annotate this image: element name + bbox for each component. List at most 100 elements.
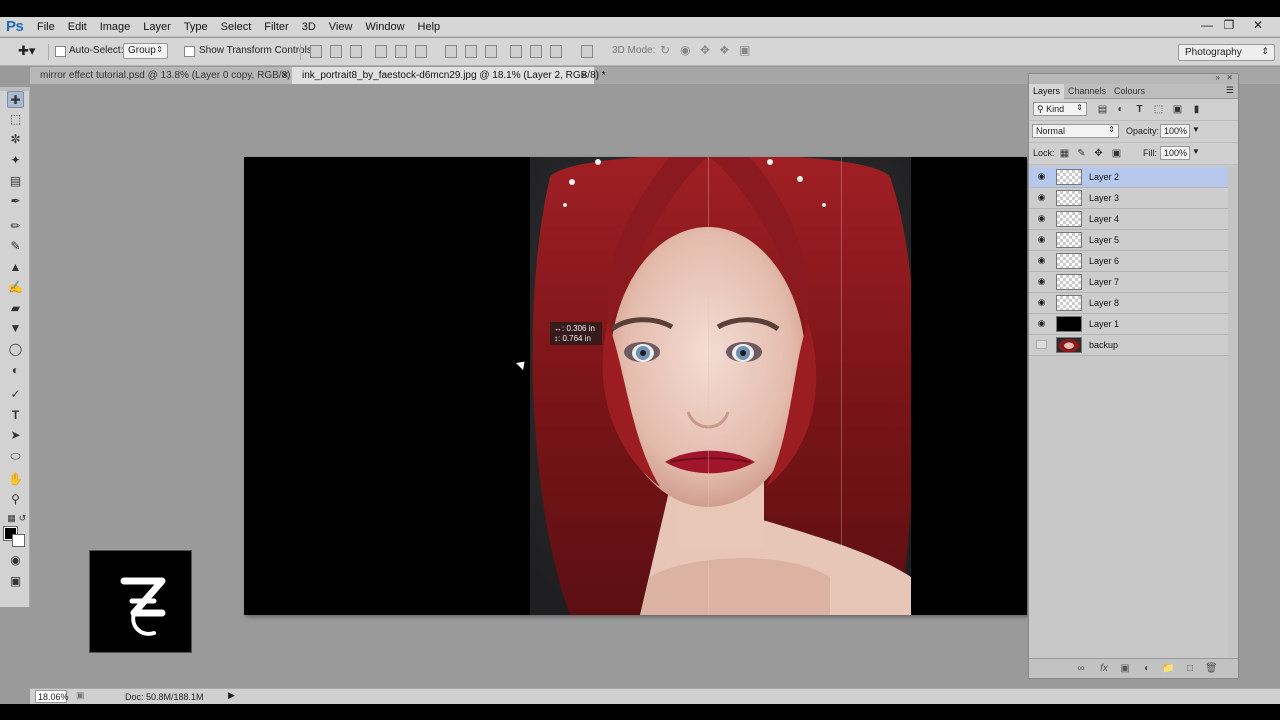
close-icon[interactable]: ✕ — [1249, 18, 1267, 34]
panel-header[interactable]: » ✕ — [1029, 73, 1238, 84]
paint-bucket-tool-icon[interactable]: ▼ — [7, 320, 24, 337]
menu-layer[interactable]: Layer — [143, 21, 180, 33]
fill-field[interactable]: 100% — [1160, 146, 1190, 160]
tab-channels[interactable]: Channels — [1064, 84, 1110, 99]
eye-icon[interactable]: ◉ — [1036, 256, 1047, 265]
menu-image[interactable]: Image — [100, 21, 140, 33]
eye-icon[interactable]: ◉ — [1036, 172, 1047, 181]
brush-tool-icon[interactable]: ✎ — [7, 238, 24, 255]
quick-mask-icon[interactable]: ◉ — [7, 552, 24, 569]
menu-3d[interactable]: 3D — [302, 21, 325, 33]
layer-name[interactable]: Layer 2 — [1089, 172, 1119, 182]
history-brush-tool-icon[interactable]: ✍ — [7, 279, 24, 296]
adjustment-layer-icon[interactable]: ◐ — [1141, 663, 1153, 675]
eyedropper-tool-icon[interactable]: ✒ — [7, 193, 24, 210]
align-left-icon[interactable] — [375, 45, 387, 58]
eye-icon[interactable]: ◉ — [1036, 319, 1047, 328]
layer-thumbnail[interactable] — [1056, 211, 1082, 227]
layer-row[interactable]: ◉ Layer 1 — [1029, 314, 1228, 335]
pen-tool-icon[interactable]: ✓ — [7, 386, 24, 403]
close-tab-icon[interactable]: ✕ — [281, 70, 289, 81]
distribute-bottom-icon[interactable] — [485, 45, 497, 58]
status-options-icon[interactable]: ▣ — [76, 690, 85, 701]
path-selection-tool-icon[interactable]: ➤ — [7, 427, 24, 444]
add-mask-icon[interactable]: ▣ — [1119, 663, 1131, 675]
align-hcenter-icon[interactable] — [395, 45, 407, 58]
eraser-tool-icon[interactable]: ▰ — [7, 300, 24, 317]
menu-select[interactable]: Select — [221, 21, 261, 33]
menu-filter[interactable]: Filter — [264, 21, 297, 33]
menu-view[interactable]: View — [329, 21, 362, 33]
background-color-swatch[interactable] — [12, 534, 25, 547]
menu-type[interactable]: Type — [184, 21, 217, 33]
layer-row[interactable]: backup — [1029, 335, 1228, 356]
layer-row[interactable]: ◉ Layer 6 — [1029, 251, 1228, 272]
trash-icon[interactable]: 🗑 — [1205, 663, 1218, 675]
swap-colors-icon[interactable]: ↺ — [14, 510, 31, 527]
fill-dropdown-icon[interactable]: ▼ — [1192, 147, 1200, 156]
workspace-switcher[interactable]: Photography ⇕ — [1178, 44, 1275, 61]
layer-row[interactable]: ◉ Layer 3 — [1029, 188, 1228, 209]
layer-name[interactable]: Layer 1 — [1089, 319, 1119, 329]
status-menu-arrow-icon[interactable]: ▶ — [228, 690, 235, 701]
3d-scale-icon[interactable]: ▣ — [739, 43, 750, 57]
tab-mirror-effect[interactable]: mirror effect tutorial.psd @ 13.8% (Laye… — [30, 67, 294, 84]
layer-thumbnail[interactable] — [1056, 169, 1082, 185]
layers-scrollbar[interactable] — [1228, 167, 1238, 657]
document-canvas[interactable]: ↔: 0.306 in ↕: 0.764 in — [244, 157, 1027, 615]
new-layer-icon[interactable]: □ — [1184, 663, 1196, 675]
align-top-icon[interactable] — [310, 45, 322, 58]
tab-layers[interactable]: Layers — [1029, 84, 1065, 99]
menu-file[interactable]: File — [37, 21, 64, 33]
distribute-right-icon[interactable] — [550, 45, 562, 58]
layer-name[interactable]: Layer 8 — [1089, 298, 1119, 308]
3d-roll-icon[interactable]: ◉ — [680, 43, 690, 57]
opacity-field[interactable]: 100% — [1160, 124, 1190, 138]
shape-filter-icon[interactable]: ⬚ — [1153, 104, 1164, 115]
layer-thumbnail[interactable] — [1056, 337, 1082, 353]
layer-thumbnail[interactable] — [1056, 253, 1082, 269]
auto-align-icon[interactable] — [581, 45, 593, 58]
eye-icon[interactable]: ◉ — [1036, 298, 1047, 307]
eye-icon[interactable]: ◉ — [1036, 277, 1047, 286]
restore-icon[interactable]: ❐ — [1220, 18, 1238, 34]
distribute-vcenter-icon[interactable] — [465, 45, 477, 58]
smart-object-filter-icon[interactable]: ▣ — [1172, 104, 1183, 115]
ellipse-tool-icon[interactable]: ⬭ — [7, 448, 24, 465]
3d-rotate-icon[interactable]: ↻ — [660, 43, 670, 57]
new-group-icon[interactable]: 📁 — [1162, 663, 1174, 675]
layer-name[interactable]: Layer 5 — [1089, 235, 1119, 245]
adjustment-filter-icon[interactable]: ◐ — [1115, 104, 1126, 115]
lock-image-icon[interactable]: ✎ — [1076, 148, 1087, 159]
lasso-tool-icon[interactable]: ✼ — [7, 131, 24, 148]
kind-filter-dropdown[interactable]: ⚲ Kind ⇕ — [1033, 102, 1087, 116]
auto-select-checkbox[interactable] — [55, 46, 66, 57]
layer-row[interactable]: ◉ Layer 8 — [1029, 293, 1228, 314]
opacity-dropdown-icon[interactable]: ▼ — [1192, 125, 1200, 134]
layer-thumbnail[interactable] — [1056, 295, 1082, 311]
move-tool-icon[interactable]: ✚ — [7, 91, 24, 108]
close-tab-icon[interactable]: ✕ — [580, 70, 588, 81]
blend-mode-dropdown[interactable]: Normal ⇕ — [1032, 124, 1119, 138]
link-layers-icon[interactable]: ∞ — [1075, 663, 1087, 675]
marquee-tool-icon[interactable]: ⬚ — [7, 111, 24, 128]
3d-pan-icon[interactable]: ✥ — [700, 43, 710, 57]
tab-ink-portrait[interactable]: ink_portrait8_by_faestock-d6mcn29.jpg @ … — [292, 67, 606, 84]
layer-thumbnail[interactable] — [1056, 274, 1082, 290]
3d-slide-icon[interactable]: ❖ — [719, 43, 730, 57]
transform-controls-checkbox[interactable] — [184, 46, 195, 57]
dodge-tool-icon[interactable]: ◐ — [7, 362, 24, 379]
clone-stamp-tool-icon[interactable]: ▲ — [7, 259, 24, 276]
type-tool-icon[interactable]: T — [7, 407, 24, 424]
distribute-top-icon[interactable] — [445, 45, 457, 58]
menu-edit[interactable]: Edit — [68, 21, 96, 33]
screen-mode-icon[interactable]: ▣ — [7, 573, 24, 590]
layer-name[interactable]: Layer 7 — [1089, 277, 1119, 287]
menu-help[interactable]: Help — [418, 21, 450, 33]
type-filter-icon[interactable]: T — [1134, 104, 1145, 115]
collapse-panel-icon[interactable]: » — [1216, 73, 1220, 82]
lock-position-icon[interactable]: ✥ — [1093, 148, 1104, 159]
layer-row[interactable]: ◉ Layer 7 — [1029, 272, 1228, 293]
pixel-filter-icon[interactable]: ▤ — [1097, 104, 1108, 115]
eye-icon[interactable]: ◉ — [1036, 235, 1047, 244]
